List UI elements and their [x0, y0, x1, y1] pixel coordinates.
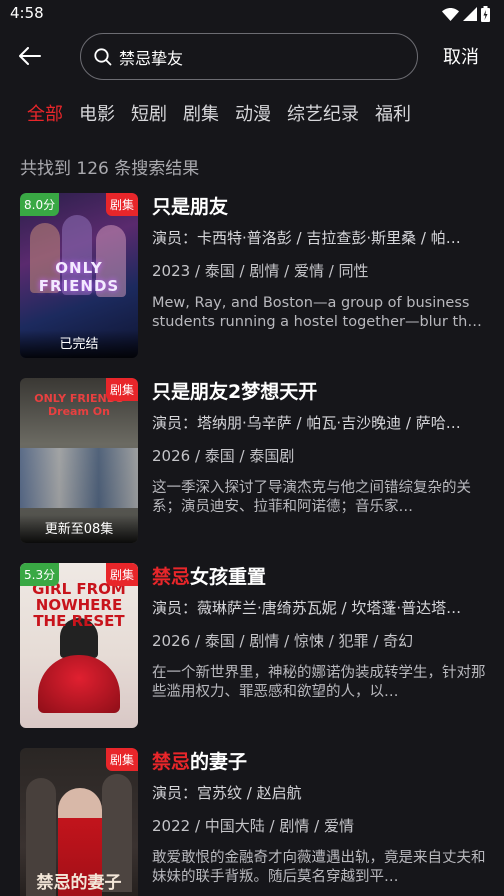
result-cast: 演员：卡西特·普洛彭 / 吉拉查彭·斯里桑 / 帕… [152, 229, 461, 247]
search-input[interactable]: 禁忌挚友 [80, 33, 418, 80]
wifi-icon [442, 7, 459, 21]
poster[interactable]: ONLY FRIENDS 8.0分 剧集 已完结 [20, 193, 138, 358]
tab-variety-documentary[interactable]: 综艺纪录 [287, 100, 359, 128]
poster[interactable]: GIRL FROM NOWHERE THE RESET 5.3分 剧集 [20, 563, 138, 728]
type-badge: 剧集 [105, 378, 138, 401]
result-cast: 演员：塔纳朋·乌辛萨 / 帕瓦·吉沙晚迪 / 萨哈… [152, 414, 461, 432]
poster-title-art: 禁忌的妻子 [36, 873, 122, 893]
battery-icon [481, 6, 490, 22]
tab-series[interactable]: 剧集 [183, 100, 219, 128]
result-info: 只是朋友2梦想天开 演员：塔纳朋·乌辛萨 / 帕瓦·吉沙晚迪 / 萨哈… 202… [152, 378, 490, 517]
result-meta: 2023 / 泰国 / 剧情 / 爱情 / 同性 [152, 262, 369, 280]
result-description: 敢爱敢恨的金融奇才向薇遭遇出轨，竟是来自丈夫和妹妹的联手背叛。随后莫名穿越到平… [152, 850, 486, 885]
result-count: 共找到 126 条搜索结果 [20, 159, 200, 179]
score-badge: 5.3分 [20, 563, 60, 586]
result-info: 只是朋友 演员：卡西特·普洛彭 / 吉拉查彭·斯里桑 / 帕… 2023 / 泰… [152, 193, 490, 332]
result-cast: 演员：薇琳萨兰·唐绮苏瓦妮 / 坎塔蓬·普达塔… [152, 599, 462, 617]
tab-all[interactable]: 全部 [27, 100, 63, 128]
signal-icon [463, 7, 477, 21]
result-description: Mew, Ray, and Boston—a group of business… [152, 295, 477, 330]
result-description: 在一个新世界里，神秘的娜诺伪装成转学生，针对那些滥用权力、罪恶感和欲望的人，以… [152, 665, 486, 700]
arrow-left-icon [19, 47, 41, 65]
type-badge: 剧集 [105, 563, 138, 586]
result-item[interactable]: GIRL FROM NOWHERE THE RESET 5.3分 剧集 禁忌女孩… [20, 563, 490, 728]
poster[interactable]: ONLY FRIENDS Dream On 剧集 更新至08集 [20, 378, 138, 543]
result-item[interactable]: ONLY FRIENDS Dream On 剧集 更新至08集 只是朋友2梦想天… [20, 378, 490, 543]
result-info: 禁忌的妻子 演员：宫苏纹 / 赵启航 2022 / 中国大陆 / 剧情 / 爱情… [152, 748, 490, 887]
search-icon [94, 47, 112, 65]
back-button[interactable] [14, 40, 46, 72]
result-title[interactable]: 只是朋友 [152, 193, 490, 221]
result-meta: 2026 / 泰国 / 剧情 / 惊悚 / 犯罪 / 奇幻 [152, 632, 414, 650]
result-info: 禁忌女孩重置 演员：薇琳萨兰·唐绮苏瓦妮 / 坎塔蓬·普达塔… 2026 / 泰… [152, 563, 490, 702]
tab-anime[interactable]: 动漫 [235, 100, 271, 128]
result-meta: 2026 / 泰国 / 泰国剧 [152, 447, 295, 465]
result-item[interactable]: 禁忌的妻子 剧集 禁忌的妻子 演员：宫苏纹 / 赵启航 2022 / 中国大陆 … [20, 748, 490, 896]
search-query[interactable]: 禁忌挚友 [119, 45, 183, 69]
poster-title-art: GIRL FROM NOWHERE THE RESET [32, 580, 126, 630]
poster-title-art: ONLY FRIENDS [38, 259, 120, 295]
type-badge: 剧集 [105, 748, 138, 771]
episode-status: 已完结 [20, 330, 138, 358]
tab-short-drama[interactable]: 短剧 [131, 100, 167, 128]
episode-status: 更新至08集 [20, 515, 138, 543]
tab-welfare[interactable]: 福利 [375, 100, 411, 128]
status-bar: 4:58 [0, 0, 504, 28]
result-title[interactable]: 禁忌女孩重置 [152, 563, 490, 591]
search-header: 禁忌挚友 取消 [0, 28, 504, 84]
type-badge: 剧集 [105, 193, 138, 216]
cancel-button[interactable]: 取消 [443, 43, 479, 69]
tab-movie[interactable]: 电影 [79, 100, 115, 128]
result-description: 这一季深入探讨了导演杰克与他之间错综复杂的关系；演员迪安、拉菲和阿诺德；音乐家… [152, 480, 471, 515]
result-title[interactable]: 禁忌的妻子 [152, 748, 490, 776]
score-badge: 8.0分 [20, 193, 60, 216]
status-time: 4:58 [10, 4, 44, 22]
status-icons [442, 6, 490, 22]
result-title[interactable]: 只是朋友2梦想天开 [152, 378, 490, 406]
result-cast: 演员：宫苏纹 / 赵启航 [152, 784, 302, 802]
category-tabs: 全部 电影 短剧 剧集 动漫 综艺纪录 福利 [27, 100, 427, 128]
result-meta: 2022 / 中国大陆 / 剧情 / 爱情 [152, 817, 354, 835]
result-item[interactable]: ONLY FRIENDS 8.0分 剧集 已完结 只是朋友 演员：卡西特·普洛彭… [20, 193, 490, 358]
poster[interactable]: 禁忌的妻子 剧集 [20, 748, 138, 896]
